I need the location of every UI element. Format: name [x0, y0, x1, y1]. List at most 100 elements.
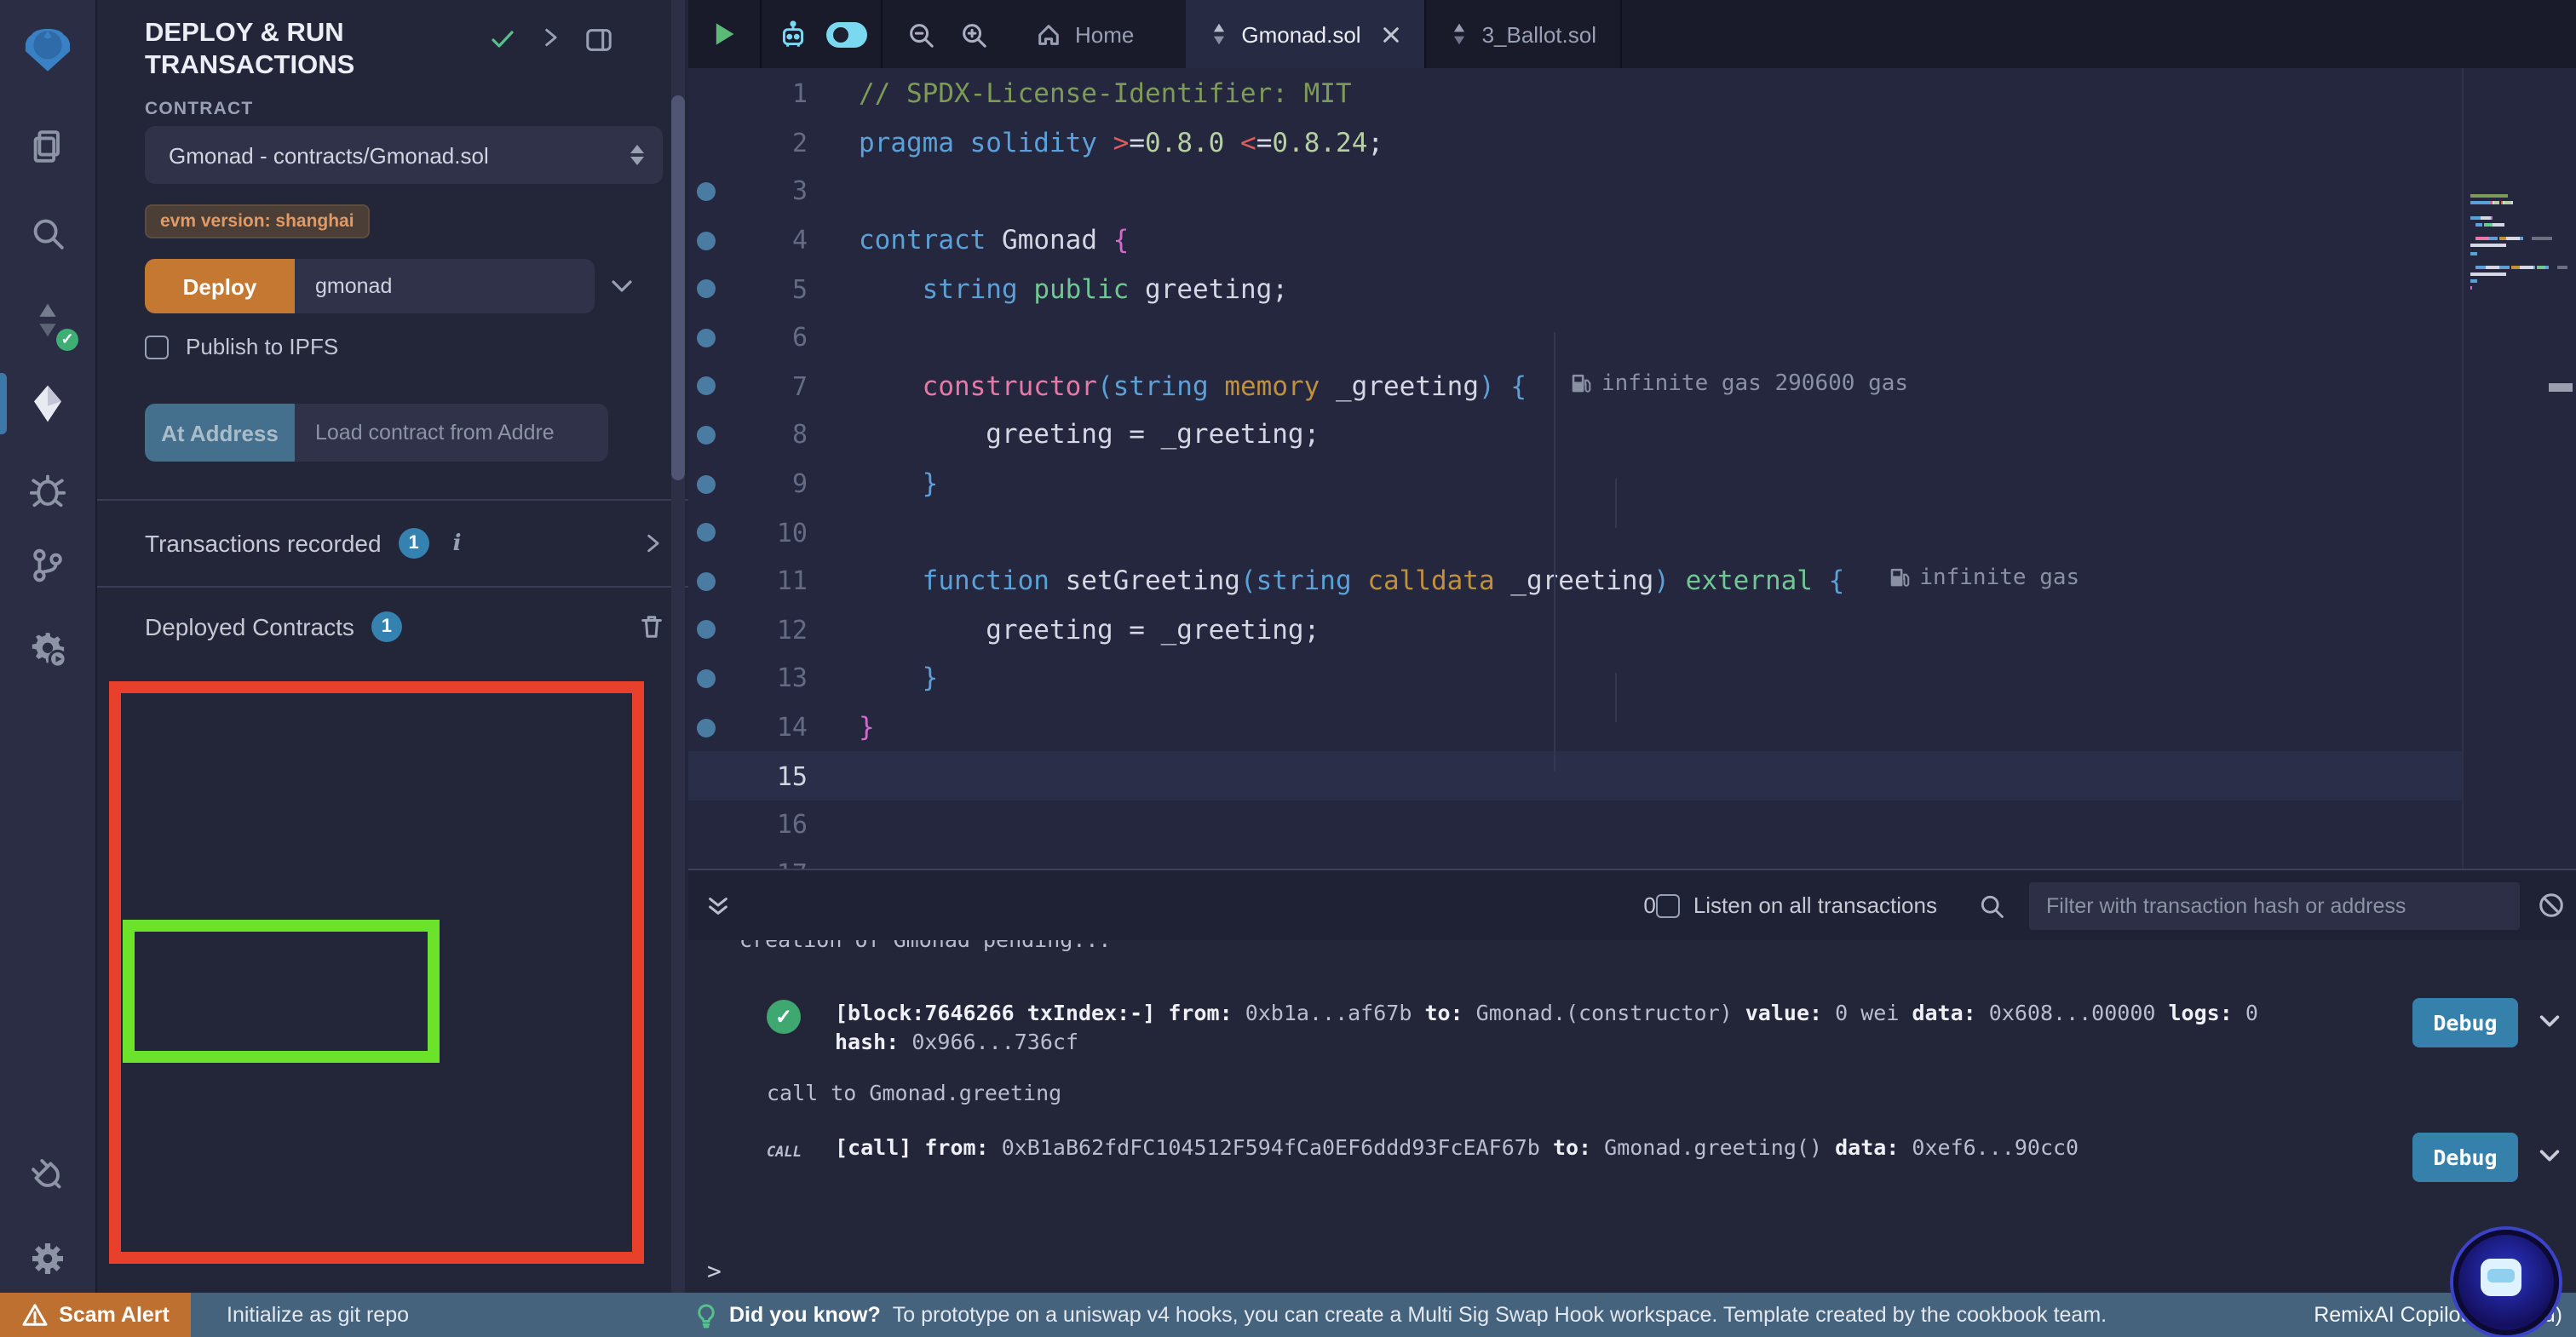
gutter-marker-dot[interactable] [696, 182, 715, 201]
plugin-connector-icon[interactable] [0, 1138, 95, 1213]
search-icon[interactable] [0, 196, 95, 271]
remix-logo[interactable] [0, 10, 95, 92]
code-line[interactable]: 9 } [688, 460, 2462, 508]
line-number[interactable]: 2 [722, 128, 808, 158]
run-script-button[interactable] [688, 0, 762, 68]
publish-ipfs-checkbox[interactable] [145, 335, 169, 359]
init-git-repo-button[interactable]: Initialize as git repo [227, 1293, 409, 1337]
git-icon[interactable] [0, 528, 95, 603]
call-tag: CALL [767, 1138, 802, 1162]
line-number[interactable]: 14 [722, 712, 808, 743]
line-number[interactable]: 4 [722, 225, 808, 255]
line-number[interactable]: 13 [722, 663, 808, 694]
debug-button[interactable]: Debug [2412, 1133, 2518, 1182]
terminal-search-icon[interactable] [1978, 892, 2005, 919]
ai-copilot-robot-icon[interactable] [776, 18, 808, 50]
gutter-marker-dot[interactable] [696, 621, 715, 640]
contract-select-value: Gmonad - contracts/Gmonad.sol [169, 142, 629, 168]
clear-filter-ban-icon[interactable] [2537, 891, 2566, 920]
line-number[interactable]: 8 [722, 420, 808, 450]
tab-ballot-sol[interactable]: 3_Ballot.sol [1426, 0, 1622, 68]
debugger-icon[interactable] [0, 451, 95, 526]
minimap[interactable] [2470, 194, 2566, 315]
tab-home[interactable]: Home [1012, 0, 1158, 68]
expand-log-chevron-icon[interactable] [2537, 1143, 2562, 1168]
deploy-button[interactable]: Deploy [145, 259, 295, 313]
line-number[interactable]: 10 [722, 517, 808, 548]
trash-icon[interactable] [639, 613, 664, 640]
zoom-in-icon[interactable] [959, 20, 988, 49]
listen-label: Listen on all transactions [1693, 892, 1937, 918]
remix-ai-assistant-button[interactable] [2453, 1230, 2559, 1335]
solidity-compiler-icon[interactable]: ✓ [0, 283, 95, 358]
code-line[interactable]: 8 greeting = _greeting; [688, 410, 2462, 459]
expand-deploy-chevron-icon[interactable] [608, 273, 635, 300]
pin-panel-icon[interactable] [584, 26, 613, 55]
scam-alert-button[interactable]: Scam Alert [0, 1293, 191, 1337]
code-line[interactable]: 4contract Gmonad { [688, 216, 2462, 265]
terminal-log-row: ✓[block:7646266 txIndex:-] from: 0xb1a..… [767, 998, 2562, 1056]
gutter-marker-dot[interactable] [696, 669, 715, 688]
listen-all-checkbox[interactable] [1656, 893, 1680, 917]
transactions-recorded-row[interactable]: Transactions recorded 1 i [97, 499, 688, 588]
line-number[interactable]: 6 [722, 323, 808, 353]
plugin-manager-icon[interactable] [0, 611, 95, 686]
line-number[interactable]: 3 [722, 176, 808, 207]
code-editor[interactable]: 1// SPDX-License-Identifier: MIT2pragma … [688, 68, 2576, 869]
gutter-marker-dot[interactable] [696, 279, 715, 298]
line-number[interactable]: 7 [722, 371, 808, 402]
close-tab-icon[interactable] [1382, 25, 1400, 43]
at-address-input[interactable] [295, 404, 608, 462]
code-line[interactable]: 1// SPDX-License-Identifier: MIT [688, 70, 2462, 118]
code-line[interactable]: 11 function setGreeting(string calldata … [688, 557, 2462, 605]
collapse-terminal-icon[interactable] [705, 892, 731, 919]
line-number[interactable]: 16 [722, 809, 808, 840]
code-line[interactable]: 14} [688, 703, 2462, 751]
editor-scrollbar-thumb[interactable] [2549, 383, 2573, 392]
terminal-prompt[interactable]: > [707, 1259, 722, 1286]
gutter-marker-dot[interactable] [696, 523, 715, 542]
copilot-toggle[interactable] [825, 21, 866, 47]
settings-gear-icon[interactable] [0, 1221, 95, 1296]
code-line[interactable]: 10 [688, 508, 2462, 557]
contract-select[interactable]: Gmonad - contracts/Gmonad.sol [145, 126, 663, 184]
line-number[interactable]: 15 [722, 760, 808, 791]
expand-log-chevron-icon[interactable] [2537, 1008, 2562, 1034]
panel-forward-chevron-icon[interactable] [538, 26, 562, 55]
code-line[interactable]: 17 [688, 849, 2462, 869]
code-line[interactable]: 3 [688, 167, 2462, 215]
line-number[interactable]: 5 [722, 273, 808, 304]
line-number[interactable]: 17 [722, 858, 808, 869]
gutter-marker-dot[interactable] [696, 329, 715, 347]
expand-recorded-chevron-icon[interactable] [641, 531, 664, 555]
code-line[interactable]: 6 [688, 313, 2462, 362]
tab-gmonad-sol[interactable]: Gmonad.sol [1185, 0, 1425, 68]
transaction-filter-input[interactable] [2029, 881, 2520, 929]
gutter-marker-dot[interactable] [696, 231, 715, 250]
panel-scrollbar-thumb[interactable] [671, 95, 685, 480]
constructor-arg-input[interactable] [295, 259, 595, 313]
gutter-marker-dot[interactable] [696, 571, 715, 590]
line-number[interactable]: 11 [722, 565, 808, 596]
zoom-out-icon[interactable] [906, 20, 935, 49]
debug-button[interactable]: Debug [2412, 998, 2518, 1047]
code-line[interactable]: 15 [688, 752, 2462, 800]
line-number[interactable]: 9 [722, 468, 808, 499]
warning-triangle-icon [21, 1303, 47, 1327]
code-line[interactable]: 13 } [688, 654, 2462, 703]
line-number[interactable]: 1 [722, 79, 808, 110]
gutter-marker-dot[interactable] [696, 474, 715, 493]
gutter-marker-dot[interactable] [696, 718, 715, 737]
did-you-know-tip: Did you know? To prototype on a uniswap … [695, 1293, 2107, 1337]
line-number[interactable]: 12 [722, 615, 808, 646]
code-line[interactable]: 16 [688, 800, 2462, 849]
code-line[interactable]: 12 greeting = _greeting; [688, 605, 2462, 654]
deploy-run-icon[interactable] [0, 366, 95, 441]
code-line[interactable]: 5 string public greeting; [688, 265, 2462, 313]
file-explorer-icon[interactable] [0, 109, 95, 184]
gutter-marker-dot[interactable] [696, 426, 715, 445]
at-address-button[interactable]: At Address [145, 404, 295, 462]
code-line[interactable]: 2pragma solidity >=0.8.0 <=0.8.24; [688, 118, 2462, 167]
gutter-marker-dot[interactable] [696, 377, 715, 396]
code-line[interactable]: 7 constructor(string memory _greeting) {… [688, 362, 2462, 410]
